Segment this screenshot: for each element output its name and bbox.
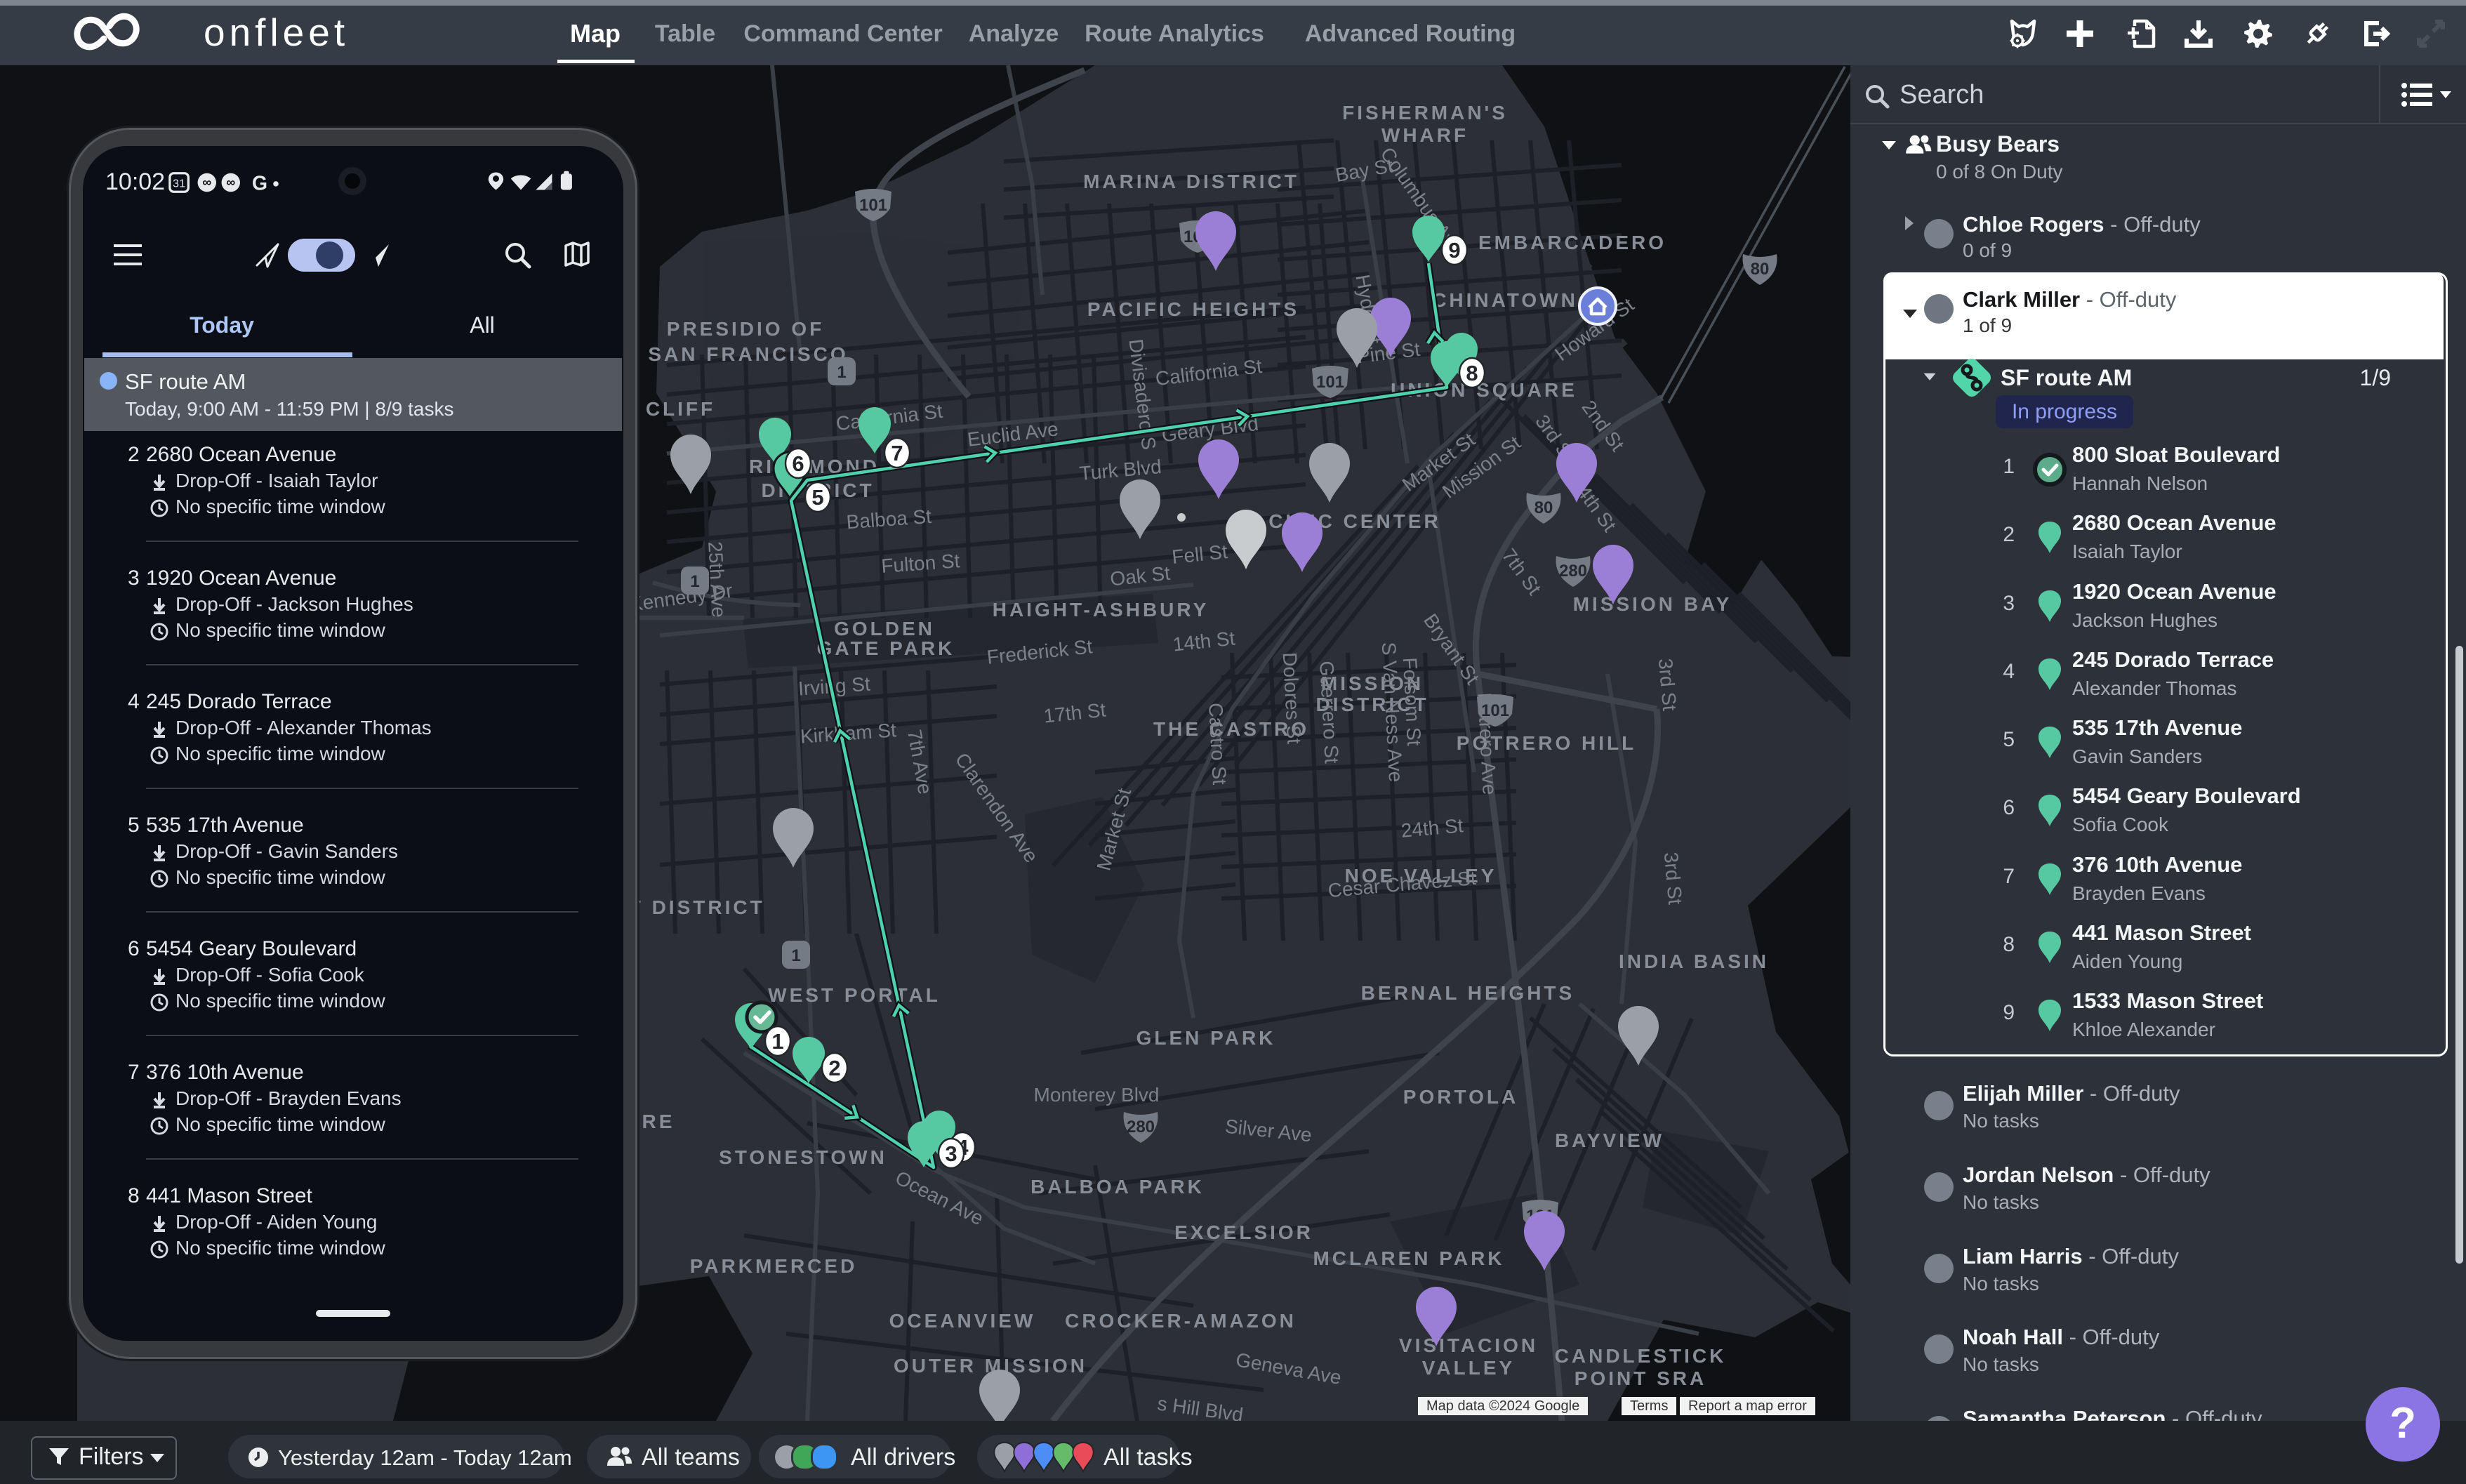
svg-text:101: 101 [1316, 373, 1344, 392]
svg-text:WEST PORTAL: WEST PORTAL [768, 984, 941, 1006]
svg-text:GLEN PARK: GLEN PARK [1136, 1027, 1276, 1049]
svg-text:1: 1 [791, 946, 800, 965]
svg-text:Monterey Blvd: Monterey Blvd [1034, 1084, 1160, 1106]
svg-text:FISHERMAN'S: FISHERMAN'S [1342, 102, 1508, 124]
svg-text:280: 280 [1127, 1118, 1155, 1137]
svg-text:VALLEY: VALLEY [1422, 1357, 1515, 1379]
svg-text:INDIA BASIN: INDIA BASIN [1619, 950, 1769, 972]
svg-text:101: 101 [859, 196, 887, 215]
svg-text:1: 1 [690, 572, 699, 591]
svg-text:VISITACION: VISITACION [1399, 1334, 1538, 1356]
svg-text:GOLDEN: GOLDEN [834, 618, 935, 640]
svg-text:280: 280 [1559, 562, 1587, 581]
svg-text:EXCELSIOR: EXCELSIOR [1174, 1221, 1313, 1243]
svg-text:G: G [252, 172, 267, 194]
svg-text:PACIFIC HEIGHTS: PACIFIC HEIGHTS [1087, 298, 1299, 320]
svg-text:MISSION BAY: MISSION BAY [1573, 593, 1732, 615]
svg-text:7: 7 [891, 441, 903, 465]
svg-text:1: 1 [837, 363, 846, 382]
svg-text:BERNAL HEIGHTS: BERNAL HEIGHTS [1361, 982, 1575, 1004]
svg-text:3rd St: 3rd St [1655, 658, 1681, 712]
svg-text:CROCKER-AMAZON: CROCKER-AMAZON [1065, 1310, 1297, 1332]
svg-text:PRESIDIO OF: PRESIDIO OF [667, 318, 824, 340]
svg-text:∞: ∞ [202, 175, 211, 190]
svg-text:31: 31 [173, 178, 185, 190]
svg-text:MCLAREN PARK: MCLAREN PARK [1313, 1247, 1504, 1269]
svg-text:PORTOLA: PORTOLA [1403, 1086, 1518, 1108]
svg-text:Castro St: Castro St [1205, 702, 1231, 785]
svg-text:HAIGHT-ASHBURY: HAIGHT-ASHBURY [993, 599, 1209, 621]
svg-text:MARINA DISTRICT: MARINA DISTRICT [1083, 171, 1299, 192]
svg-text:∞: ∞ [226, 175, 235, 190]
svg-text:GATE PARK: GATE PARK [817, 637, 955, 659]
svg-text:6: 6 [792, 451, 804, 476]
svg-text:EMBARCADERO: EMBARCADERO [1478, 232, 1666, 253]
svg-text:9: 9 [1448, 238, 1460, 263]
svg-text:CHINATOWN: CHINATOWN [1432, 289, 1578, 311]
svg-text:101: 101 [1481, 701, 1509, 720]
svg-text:Folsom St: Folsom St [1399, 657, 1426, 747]
svg-text:5: 5 [811, 485, 823, 510]
svg-text:80: 80 [1751, 260, 1770, 279]
svg-text:1: 1 [771, 1029, 783, 1054]
svg-text:80: 80 [1534, 498, 1553, 517]
svg-text:8: 8 [1466, 361, 1478, 385]
svg-text:PARKMERCED: PARKMERCED [690, 1255, 858, 1277]
svg-text:3: 3 [945, 1141, 957, 1166]
svg-text:POINT SRA: POINT SRA [1575, 1367, 1706, 1389]
svg-text:2: 2 [828, 1056, 840, 1080]
svg-text:SAN FRANCISCO: SAN FRANCISCO [648, 343, 848, 365]
svg-text:OCEANVIEW: OCEANVIEW [889, 1310, 1036, 1332]
svg-text:BALBOA PARK: BALBOA PARK [1030, 1176, 1205, 1198]
svg-text:3rd St: 3rd St [1660, 852, 1686, 906]
svg-text:CANDLESTICK: CANDLESTICK [1555, 1345, 1727, 1367]
svg-text:STONESTOWN: STONESTOWN [719, 1146, 887, 1168]
svg-text:BAYVIEW: BAYVIEW [1555, 1129, 1664, 1151]
